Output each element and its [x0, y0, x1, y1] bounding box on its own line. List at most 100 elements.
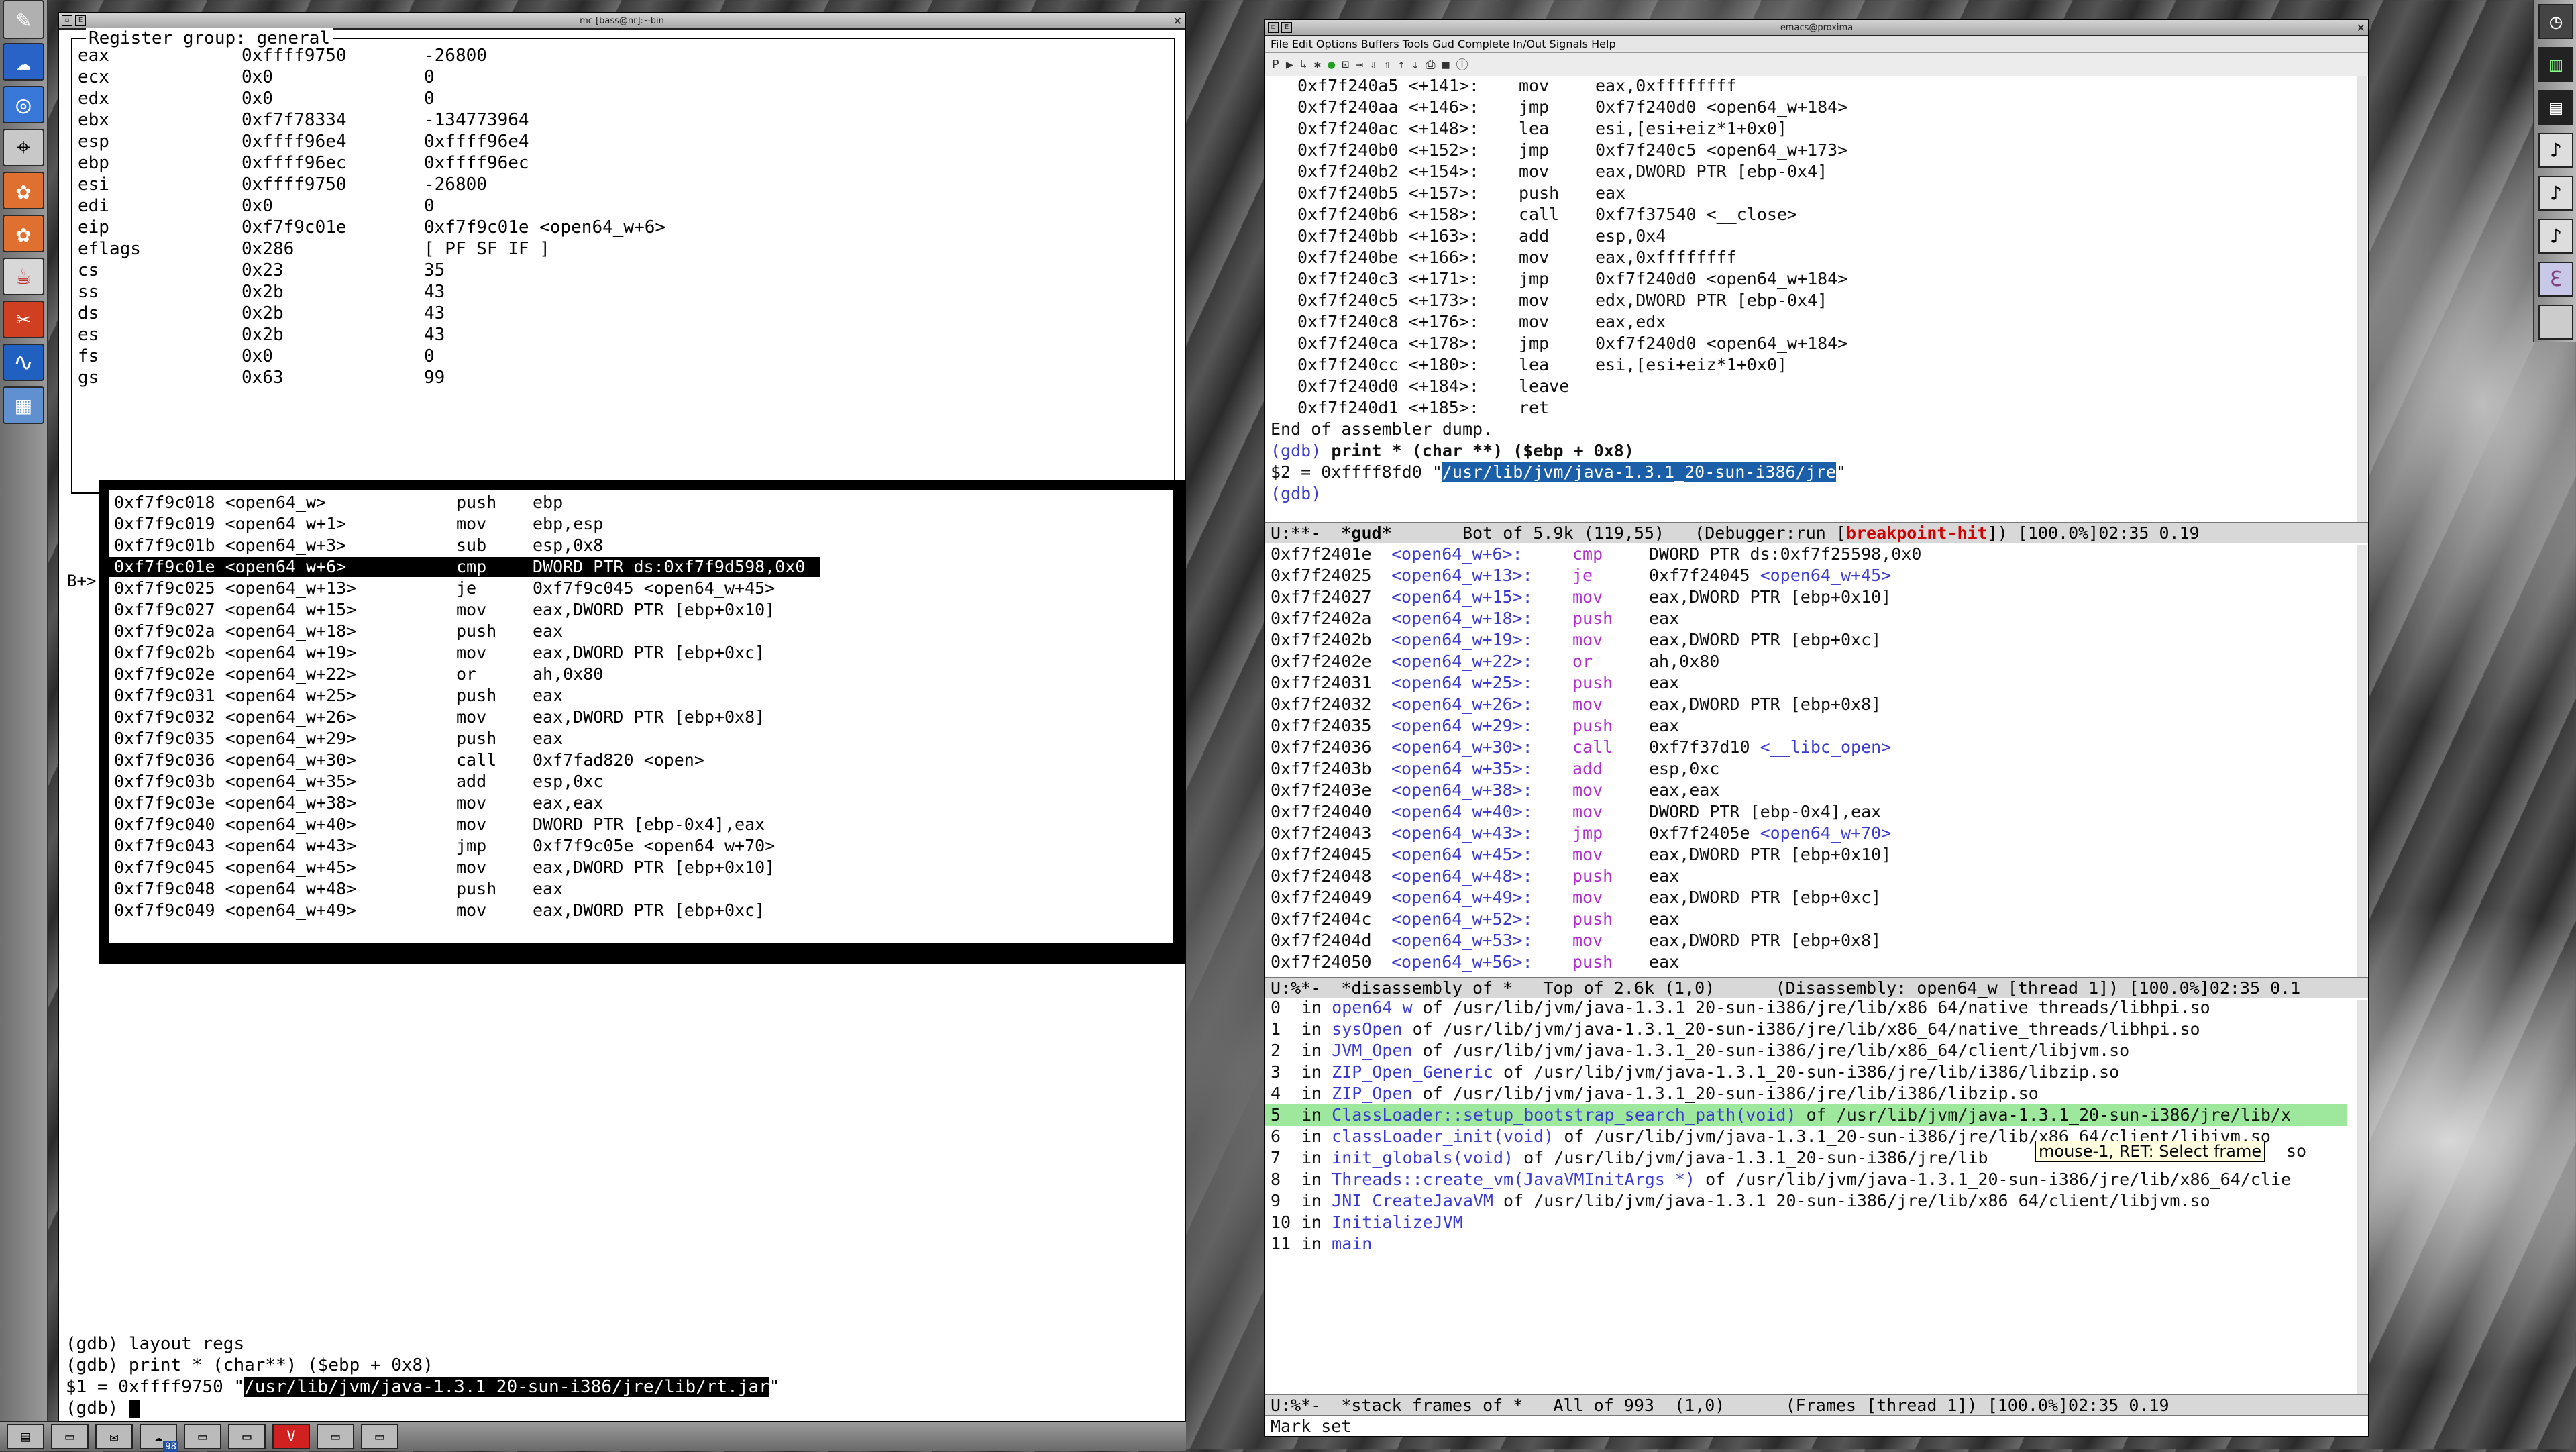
window-menu-icon[interactable]: ▫	[1268, 22, 1279, 33]
disassembly-scrollbar[interactable]	[2357, 545, 2367, 988]
gimp-icon[interactable]: ✿	[3, 172, 44, 209]
stack-frame-row[interactable]: 2 in JVM_Open of /usr/lib/jvm/java-1.3.1_…	[1271, 1040, 2129, 1061]
asm-line[interactable]: 0xf7f9c027 <open64_w+15> mov eax,DWORD PTR…	[109, 600, 775, 620]
asm-line[interactable]: 0xf7f9c035 <open64_w+29> push eax	[109, 729, 563, 749]
frame-function-link[interactable]: open64_w	[1332, 1000, 1412, 1017]
disassembly-line[interactable]: 0xf7f2401e <open64_w+6>: cmp DWORD PTR ds:0…	[1271, 545, 1921, 565]
next-icon[interactable]: ⇥	[1356, 58, 1363, 72]
emacs-titlebar[interactable]: ▫ E emacs@proxima ✕	[1265, 20, 2368, 36]
asm-line[interactable]: 0xf7f9c03e <open64_w+38> mov eax,eax	[109, 793, 603, 813]
dis-function-link[interactable]: <open64_w+25>:	[1391, 672, 1572, 694]
step-into-icon[interactable]: ⇩	[1370, 58, 1377, 72]
stack-frame-row[interactable]: 8 in Threads::create_vm(JavaVMInitArgs *)…	[1271, 1169, 2291, 1190]
empty-slot-icon[interactable]	[2538, 305, 2573, 340]
browser-icon[interactable]: ☁	[3, 43, 44, 81]
stack-frame-row[interactable]: 4 in ZIP_Open of /usr/lib/jvm/java-1.3.1_…	[1271, 1083, 2039, 1104]
dis-function-link[interactable]: <open64_w+35>:	[1391, 758, 1572, 780]
dis-function-link[interactable]: <open64_w+56>:	[1391, 951, 1572, 973]
menu-icon[interactable]: ▤	[7, 1424, 44, 1449]
asm-line[interactable]: 0xf7f9c048 <open64_w+48> push eax	[109, 879, 563, 899]
dis-target-link[interactable]: <__libc_open>	[1760, 737, 1892, 757]
disassembly-line[interactable]: 0xf7f24050 <open64_w+56>: push eax	[1271, 951, 1679, 973]
frame-function-link[interactable]: JNI_CreateJavaVM	[1332, 1191, 1493, 1210]
watch-icon[interactable]: ⊡	[1342, 58, 1349, 72]
dis-function-link[interactable]: <open64_w+26>:	[1391, 694, 1572, 715]
gud-command-line[interactable]: (gdb) print * (char **) ($ebp + 0x8)	[1271, 440, 1634, 462]
globe-icon[interactable]: ◎	[3, 86, 44, 123]
window-task-icon[interactable]: ▭	[184, 1424, 221, 1449]
down-icon[interactable]: ↓	[1411, 58, 1419, 72]
disassembly-line[interactable]: 0xf7f24045 <open64_w+45>: mov eax,DWORD PTR…	[1271, 844, 1891, 866]
disassembly-line[interactable]: 0xf7f2403e <open64_w+38>: mov eax,eax	[1271, 780, 1719, 801]
frame-function-link[interactable]: main	[1332, 1234, 1372, 1253]
dis-function-link[interactable]: <open64_w+40>:	[1391, 801, 1572, 823]
disassembly-line[interactable]: 0xf7f24036 <open64_w+30>: call 0xf7f37d10 <…	[1271, 737, 1891, 758]
cursor-icon[interactable]: ⌖	[3, 129, 44, 166]
asm-line[interactable]: 0xf7f9c043 <open64_w+43> jmp 0xf7f9c05e <o…	[109, 836, 775, 856]
vivaldi-icon[interactable]: V	[272, 1424, 310, 1449]
mail-task-icon[interactable]: ✉	[95, 1424, 133, 1449]
clock-icon[interactable]: ◷	[2538, 4, 2573, 39]
cpu-monitor-icon[interactable]: ▥	[2538, 47, 2573, 82]
step-icon[interactable]: ↳	[1300, 58, 1307, 72]
network-icon[interactable]: ▦	[3, 386, 44, 424]
stack-frame-row[interactable]: 7 in init_globals(void) of /usr/lib/jvm/j…	[1271, 1147, 1988, 1169]
asm-line[interactable]: 0xf7f9c036 <open64_w+30> call 0xf7fad820 <…	[109, 750, 704, 770]
stack-frame-row[interactable]: 5 in ClassLoader::setup_bootstrap_search_…	[1265, 1104, 2347, 1126]
dis-function-link[interactable]: <open64_w+38>:	[1391, 780, 1572, 801]
gdb-prompt[interactable]: (gdb)	[1271, 483, 1321, 505]
dis-function-link[interactable]: <open64_w+53>:	[1391, 930, 1572, 951]
disassembly-line[interactable]: 0xf7f2403b <open64_w+35>: add esp,0xc	[1271, 758, 1719, 780]
graph-icon[interactable]: ▤	[2538, 90, 2573, 125]
dis-target-link[interactable]: <open64_w+70>	[1760, 823, 1892, 843]
asm-line[interactable]: 0xf7f9c01b <open64_w+3> sub esp,0x8	[109, 535, 603, 556]
disassembly-line[interactable]: 0xf7f24032 <open64_w+26>: mov eax,DWORD PTR…	[1271, 694, 1881, 715]
stack-frame-row[interactable]: 3 in ZIP_Open_Generic of /usr/lib/jvm/jav…	[1271, 1061, 2119, 1083]
xterm-window[interactable]: ▫ E mc [bass@nr]:~bin ✕ Register group: g…	[58, 12, 1186, 1422]
selected-path[interactable]: /usr/lib/jvm/java-1.3.1_20-sun-i386/jre	[1442, 462, 1836, 482]
window-task-icon-4[interactable]: ▭	[361, 1424, 398, 1449]
dis-function-link[interactable]: <open64_w+13>:	[1391, 565, 1572, 586]
dis-function-link[interactable]: <open64_w+22>:	[1391, 651, 1572, 672]
gud-pane[interactable]: 0xf7f240a5 <+141>: mov eax,0xffffffff 0xf7f…	[1265, 76, 2360, 533]
music-note-icon-3[interactable]: ♪	[2538, 219, 2573, 254]
disassembly-line[interactable]: 0xf7f2402b <open64_w+19>: mov eax,DWORD PTR…	[1271, 629, 1881, 651]
window-menu-icon[interactable]: ▫	[62, 15, 72, 26]
print-icon[interactable]: ⎙	[1426, 58, 1435, 72]
disassembly-line[interactable]: 0xf7f24049 <open64_w+49>: mov eax,DWORD PTR…	[1271, 887, 1881, 909]
asm-line[interactable]: 0xf7f9c018 <open64_w> push ebp	[109, 492, 563, 513]
close-icon[interactable]: ✕	[1173, 15, 1182, 28]
breakpoint-icon[interactable]: ✱	[1314, 58, 1322, 72]
frame-function-link[interactable]: classLoader_init(void)	[1332, 1127, 1554, 1146]
monitor-graph-icon[interactable]: ∿	[3, 344, 44, 381]
asm-line[interactable]: 0xf7f9c025 <open64_w+13> je 0xf7f9c045 <op…	[109, 578, 775, 599]
disassembly-line[interactable]: 0xf7f24043 <open64_w+43>: jmp 0xf7f2405e <o…	[1271, 823, 1891, 844]
music-note-icon[interactable]: ♪	[2538, 133, 2573, 168]
continue-icon[interactable]: ▶	[1286, 58, 1293, 72]
disassembly-line[interactable]: 0xf7f2402a <open64_w+18>: push eax	[1271, 608, 1679, 629]
music-note-icon-2[interactable]: ♪	[2538, 176, 2573, 211]
dis-target-link[interactable]: <open64_w+45>	[1760, 566, 1892, 585]
stack-frames-pane[interactable]: 0 in open64_w of /usr/lib/jvm/java-1.3.1_…	[1265, 1000, 2360, 1402]
emacs-window[interactable]: ▫ E emacs@proxima ✕ File Edit Options Buf…	[1264, 19, 2369, 1437]
shade-icon[interactable]: E	[1281, 22, 1292, 33]
disassembly-line[interactable]: 0xf7f24048 <open64_w+48>: push eax	[1271, 866, 1679, 887]
run-icon[interactable]: ●	[1328, 58, 1335, 72]
asm-line[interactable]: 0xf7f9c032 <open64_w+26> mov eax,DWORD PTR…	[109, 707, 765, 727]
gud-scrollbar[interactable]	[2357, 76, 2367, 533]
disassembly-line[interactable]: 0xf7f24035 <open64_w+29>: push eax	[1271, 715, 1679, 737]
frame-function-link[interactable]: sysOpen	[1332, 1019, 1402, 1039]
disassembly-line[interactable]: 0xf7f2402e <open64_w+22>: or ah,0x80	[1271, 651, 1719, 672]
asm-line[interactable]: 0xf7f9c031 <open64_w+25> push eax	[109, 686, 563, 706]
dis-function-link[interactable]: <open64_w+30>:	[1391, 737, 1572, 758]
xterm-titlebar[interactable]: ▫ E mc [bass@nr]:~bin ✕	[59, 13, 1185, 30]
frame-function-link[interactable]: JVM_Open	[1332, 1041, 1412, 1060]
disassembly-pane[interactable]: 0xf7f2401e <open64_w+6>: cmp DWORD PTR ds:0…	[1265, 545, 2360, 988]
stack-frames-scrollbar[interactable]	[2357, 1000, 2367, 1402]
disassembly-line[interactable]: 0xf7f2404c <open64_w+52>: push eax	[1271, 909, 1679, 930]
stack-frame-row[interactable]: 10 in InitializeJVM	[1271, 1212, 1463, 1233]
disassembly-line[interactable]: 0xf7f24040 <open64_w+40>: mov DWORD PTR [eb…	[1271, 801, 1881, 823]
dis-function-link[interactable]: <open64_w+18>:	[1391, 608, 1572, 629]
dis-function-link[interactable]: <open64_w+29>:	[1391, 715, 1572, 737]
dis-function-link[interactable]: <open64_w+45>:	[1391, 844, 1572, 866]
